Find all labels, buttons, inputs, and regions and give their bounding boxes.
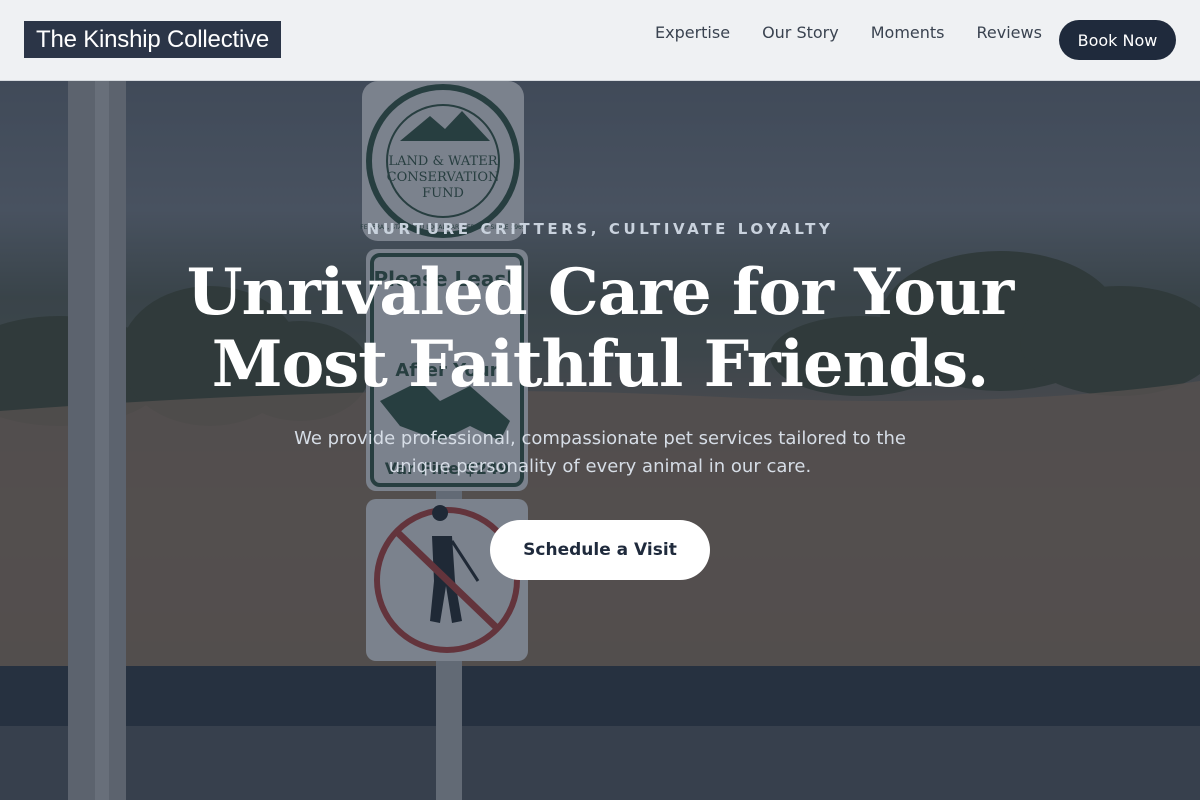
schedule-visit-button[interactable]: Schedule a Visit <box>490 520 710 580</box>
main-nav: Expertise Our Story Moments Reviews <box>639 22 1058 44</box>
site-header: The Kinship Collective Expertise Our Sto… <box>0 0 1200 81</box>
hero-subtext: We provide professional, compassionate p… <box>294 428 906 477</box>
hero-content: NURTURE CRITTERS, CULTIVATE LOYALTY Unri… <box>0 81 1200 800</box>
book-now-button[interactable]: Book Now <box>1059 20 1176 60</box>
nav-link-moments[interactable]: Moments <box>855 22 961 44</box>
hero-eyebrow: NURTURE CRITTERS, CULTIVATE LOYALTY <box>366 220 834 238</box>
site-logo[interactable]: The Kinship Collective <box>24 21 282 58</box>
nav-link-reviews[interactable]: Reviews <box>961 22 1058 44</box>
hero-section: LAND & WATER CONSERVATION FUND FEDERAL, … <box>0 81 1200 800</box>
nav-link-our-story[interactable]: Our Story <box>746 22 855 44</box>
hero-headline: Unrivaled Care for Your Most Faithful Fr… <box>186 255 1015 402</box>
nav-link-expertise[interactable]: Expertise <box>639 22 746 44</box>
